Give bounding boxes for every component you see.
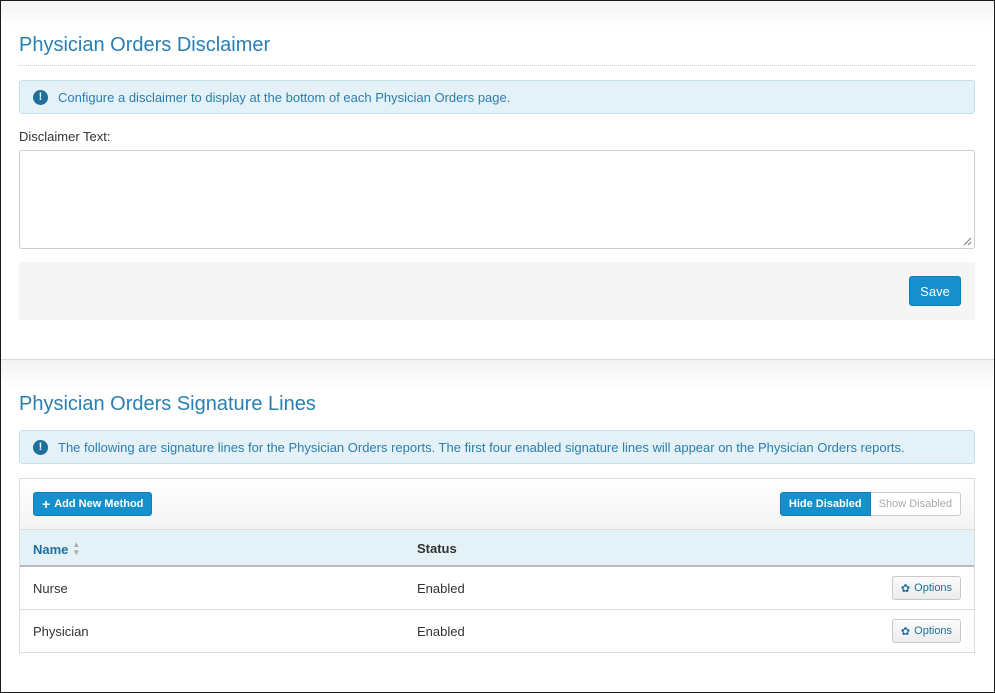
disclaimer-text-field[interactable] (19, 150, 975, 249)
table-header: Name ▲ ▼ Status (20, 530, 974, 567)
table-row: Nurse Enabled ✿ Options (20, 567, 974, 610)
row-options-button[interactable]: ✿ Options (892, 619, 961, 643)
add-new-method-label: Add New Method (54, 498, 144, 510)
row-options-button[interactable]: ✿ Options (892, 576, 961, 600)
hide-disabled-button[interactable]: Hide Disabled (779, 492, 871, 516)
disclaimer-title: Physician Orders Disclaimer (19, 34, 271, 56)
signature-lines-section: Physician Orders Signature Lines ! The f… (1, 359, 994, 692)
table-row: Physician Enabled ✿ Options (20, 610, 974, 653)
info-circle-icon: ! (33, 89, 48, 105)
grid-toolbar: + Add New Method Hide Disabled Show Disa… (20, 479, 974, 530)
row-name: Nurse (33, 581, 68, 596)
signature-lines-info-alert: ! The following are signature lines for … (19, 430, 975, 464)
row-name: Physician (33, 624, 89, 639)
disclaimer-section: Physician Orders Disclaimer ! Configure … (1, 1, 994, 359)
page-frame: Physician Orders Disclaimer ! Configure … (0, 0, 995, 693)
signature-lines-grid: + Add New Method Hide Disabled Show Disa… (19, 478, 975, 654)
title-divider (19, 65, 975, 66)
row-options-label: Options (914, 625, 953, 637)
row-status: Enabled (417, 581, 465, 596)
gear-icon: ✿ (900, 625, 911, 638)
add-new-method-button[interactable]: + Add New Method (33, 492, 153, 516)
signature-lines-info-text: The following are signature lines for th… (58, 439, 905, 455)
info-circle-icon: ! (33, 439, 48, 455)
disclaimer-text-label: Disclaimer Text: (19, 129, 111, 144)
sort-icon: ▲ ▼ (72, 540, 81, 557)
show-disabled-button[interactable]: Show Disabled (870, 492, 961, 516)
plus-icon: + (42, 496, 51, 512)
disabled-filter-toggle: Hide Disabled Show Disabled (779, 492, 961, 516)
column-header-name[interactable]: Name ▲ ▼ (33, 541, 80, 557)
column-header-name-label: Name (33, 541, 69, 557)
disclaimer-info-alert: ! Configure a disclaimer to display at t… (19, 80, 975, 114)
row-status: Enabled (417, 624, 465, 639)
signature-lines-title: Physician Orders Signature Lines (19, 393, 316, 415)
gear-icon: ✿ (900, 582, 911, 595)
row-options-label: Options (914, 582, 953, 594)
disclaimer-info-text: Configure a disclaimer to display at the… (58, 89, 511, 105)
disclaimer-form-footer: Save (19, 262, 975, 320)
column-header-status: Status (417, 541, 457, 556)
resize-grip-icon[interactable] (963, 237, 972, 246)
save-button[interactable]: Save (909, 276, 961, 306)
